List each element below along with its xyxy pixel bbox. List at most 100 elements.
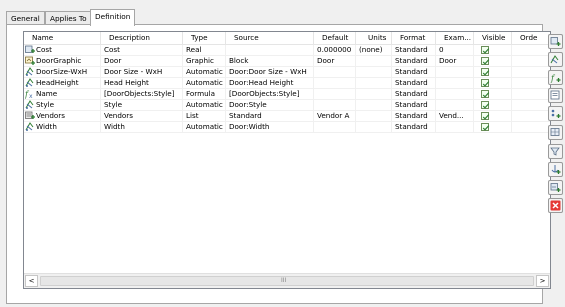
add-location-property-button[interactable] (548, 88, 563, 103)
cell-source[interactable]: Block (226, 56, 314, 67)
column-header-name[interactable]: Name (24, 32, 101, 45)
column-header-order[interactable]: Orde (512, 32, 550, 45)
add-manual-property-button[interactable] (548, 34, 563, 49)
tab-applies-to[interactable]: Applies To (45, 11, 92, 25)
cell-order[interactable] (512, 111, 550, 122)
cell-example[interactable] (436, 100, 474, 111)
cell-format[interactable]: Standard (392, 56, 436, 67)
add-anchor-property-button[interactable] (548, 162, 563, 177)
cell-units[interactable] (356, 78, 392, 89)
column-header-visible[interactable]: Visible (474, 32, 512, 45)
cell-units[interactable] (356, 111, 392, 122)
visible-checkbox[interactable] (481, 90, 490, 98)
cell-type[interactable]: Automatic (183, 78, 226, 89)
cell-name[interactable]: DoorSize-WxH (24, 67, 101, 78)
column-header-description[interactable]: Description (101, 32, 183, 45)
column-header-example[interactable]: Exam... (436, 32, 474, 45)
cell-source[interactable] (226, 45, 314, 56)
table-row[interactable]: Width Width Automatic Door:Width Standard (24, 122, 550, 133)
visible-checkbox[interactable] (481, 79, 490, 87)
cell-units[interactable] (356, 122, 392, 133)
cell-order[interactable] (512, 67, 550, 78)
table-row[interactable]: Cost Cost Real 0.000000 (none) Standard 0 (24, 45, 550, 56)
cell-type[interactable]: List (183, 111, 226, 122)
add-property-set-button[interactable] (548, 180, 563, 195)
cell-name[interactable]: Width (24, 122, 101, 133)
cell-type[interactable]: Automatic (183, 100, 226, 111)
cell-units[interactable] (356, 67, 392, 78)
table-row[interactable]: Vendors Vendors List Standard Vendor A Standa… (24, 111, 550, 122)
cell-source[interactable]: Standard (226, 111, 314, 122)
cell-visible[interactable] (474, 89, 512, 100)
cell-name[interactable]: Style (24, 100, 101, 111)
column-header-source[interactable]: Source (226, 32, 314, 45)
cell-example[interactable] (436, 89, 474, 100)
cell-visible[interactable] (474, 122, 512, 133)
cell-visible[interactable] (474, 45, 512, 56)
cell-format[interactable]: Standard (392, 122, 436, 133)
cell-units[interactable] (356, 89, 392, 100)
cell-example[interactable] (436, 122, 474, 133)
cell-type[interactable]: Graphic (183, 56, 226, 67)
table-row[interactable]: DoorGraphic Door Graphic Block Door Standard D… (24, 56, 550, 67)
cell-default[interactable] (314, 78, 356, 89)
table-row[interactable]: HeadHeight Head Height Automatic Door:Head … (24, 78, 550, 89)
scroll-right-button[interactable]: > (536, 275, 549, 287)
cell-visible[interactable] (474, 111, 512, 122)
cell-visible[interactable] (474, 78, 512, 89)
table-row[interactable]: f x Name [DoorObjects:Style] Formula [DoorObj… (24, 89, 550, 100)
cell-default[interactable] (314, 122, 356, 133)
visible-checkbox[interactable] (481, 57, 490, 65)
add-formula-property-button[interactable]: f (548, 70, 563, 85)
column-header-default[interactable]: Default (314, 32, 356, 45)
cell-example[interactable] (436, 67, 474, 78)
cell-type[interactable]: Real (183, 45, 226, 56)
cell-default[interactable] (314, 100, 356, 111)
cell-description[interactable]: Width (101, 122, 183, 133)
cell-default[interactable]: Vendor A (314, 111, 356, 122)
cell-description[interactable]: Vendors (101, 111, 183, 122)
cell-units[interactable] (356, 100, 392, 111)
tab-general[interactable]: General (6, 11, 45, 25)
cell-default[interactable] (314, 89, 356, 100)
cell-format[interactable]: Standard (392, 45, 436, 56)
cell-order[interactable] (512, 78, 550, 89)
cell-description[interactable]: Style (101, 100, 183, 111)
cell-order[interactable] (512, 122, 550, 133)
visible-checkbox[interactable] (481, 68, 490, 76)
cell-default[interactable] (314, 67, 356, 78)
add-automatic-property-button[interactable] (548, 52, 563, 67)
column-header-format[interactable]: Format (392, 32, 436, 45)
add-classification-property-button[interactable] (548, 106, 563, 121)
scrollbar-thumb[interactable]: III (40, 276, 534, 286)
cell-example[interactable]: 0 (436, 45, 474, 56)
cell-name[interactable]: f x Name (24, 89, 101, 100)
cell-visible[interactable] (474, 56, 512, 67)
table-row[interactable]: Style Style Automatic Door:Style Standard (24, 100, 550, 111)
cell-visible[interactable] (474, 100, 512, 111)
horizontal-scrollbar[interactable]: < III > (24, 273, 550, 288)
cell-source[interactable]: Door:Width (226, 122, 314, 133)
cell-description[interactable]: Door Size - WxH (101, 67, 183, 78)
cell-order[interactable] (512, 89, 550, 100)
cell-visible[interactable] (474, 67, 512, 78)
tab-definition[interactable]: Definition (90, 9, 136, 26)
cell-description[interactable]: Cost (101, 45, 183, 56)
cell-source[interactable]: Door:Style (226, 100, 314, 111)
cell-description[interactable]: Head Height (101, 78, 183, 89)
cell-description[interactable]: Door (101, 56, 183, 67)
cell-name[interactable]: Cost (24, 45, 101, 56)
cell-format[interactable]: Standard (392, 78, 436, 89)
visible-checkbox[interactable] (481, 112, 490, 120)
cell-source[interactable]: Door:Head Height (226, 78, 314, 89)
scroll-left-button[interactable]: < (25, 275, 38, 287)
cell-order[interactable] (512, 56, 550, 67)
remove-property-button[interactable] (548, 198, 563, 213)
cell-name[interactable]: DoorGraphic (24, 56, 101, 67)
cell-order[interactable] (512, 100, 550, 111)
cell-format[interactable]: Standard (392, 89, 436, 100)
cell-name[interactable]: Vendors (24, 111, 101, 122)
cell-order[interactable] (512, 45, 550, 56)
cell-units[interactable]: (none) (356, 45, 392, 56)
cell-description[interactable]: [DoorObjects:Style] (101, 89, 183, 100)
